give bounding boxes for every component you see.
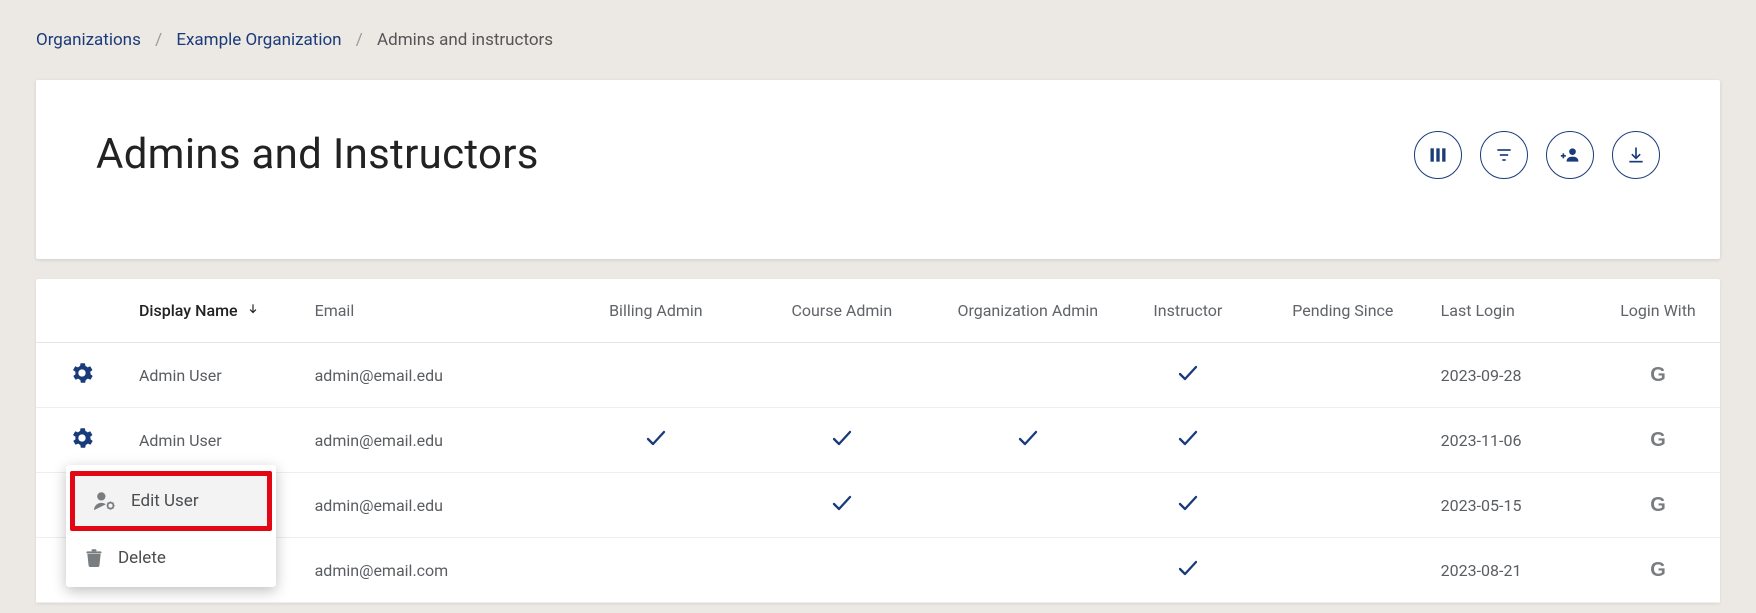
download-button[interactable]	[1612, 131, 1660, 179]
col-email[interactable]: Email	[305, 279, 563, 343]
check-icon	[830, 491, 854, 515]
check-icon	[1176, 426, 1200, 450]
col-instructor[interactable]: Instructor	[1121, 279, 1255, 343]
columns-icon	[1428, 145, 1448, 165]
filter-button[interactable]	[1480, 131, 1528, 179]
col-course-admin[interactable]: Course Admin	[749, 279, 935, 343]
google-icon: G	[1650, 559, 1666, 582]
cell-instructor	[1121, 408, 1255, 473]
table-row: Admin Useradmin@email.edu 2023-09-28 G	[36, 343, 1720, 408]
menu-edit-user-label: Edit User	[131, 491, 199, 511]
cell-billing-admin	[563, 538, 749, 603]
page-title: Admins and Instructors	[96, 130, 539, 179]
gear-icon[interactable]	[71, 362, 93, 384]
check-icon	[1176, 556, 1200, 580]
sort-down-icon	[246, 302, 260, 316]
cell-instructor	[1121, 343, 1255, 408]
cell-actions	[36, 343, 129, 408]
cell-last-login: 2023-11-06	[1431, 408, 1596, 473]
check-icon	[644, 426, 668, 450]
cell-pending-since	[1255, 408, 1431, 473]
menu-delete[interactable]: Delete	[66, 533, 276, 583]
cell-display-name: Admin User	[129, 408, 305, 473]
header-actions	[1414, 131, 1660, 179]
cell-last-login: 2023-08-21	[1431, 538, 1596, 603]
add-user-icon	[1560, 145, 1580, 165]
cell-course-admin	[749, 473, 935, 538]
check-icon	[1176, 361, 1200, 385]
cell-login-with: G	[1596, 473, 1720, 538]
row-context-menu: Edit User Delete	[66, 465, 276, 587]
google-icon: G	[1650, 494, 1666, 517]
col-display-name[interactable]: Display Name	[129, 279, 305, 343]
cell-last-login: 2023-09-28	[1431, 343, 1596, 408]
menu-edit-user[interactable]: Edit User	[70, 471, 272, 531]
table-row: admin@email.com 2023-08-21 G	[36, 538, 1720, 603]
cell-billing-admin	[563, 408, 749, 473]
add-user-button[interactable]	[1546, 131, 1594, 179]
cell-billing-admin	[563, 343, 749, 408]
breadcrumb-current: Admins and instructors	[377, 30, 553, 50]
users-table: Display Name Email Billing Admin Course …	[36, 279, 1720, 603]
cell-instructor	[1121, 473, 1255, 538]
cell-org-admin	[935, 538, 1121, 603]
google-icon: G	[1650, 364, 1666, 387]
user-gear-icon	[93, 490, 117, 512]
google-icon: G	[1650, 429, 1666, 452]
gear-icon[interactable]	[71, 427, 93, 449]
cell-org-admin	[935, 473, 1121, 538]
cell-login-with: G	[1596, 408, 1720, 473]
cell-last-login: 2023-05-15	[1431, 473, 1596, 538]
cell-actions	[36, 408, 129, 473]
users-table-card: Display Name Email Billing Admin Course …	[36, 279, 1720, 603]
col-login-with[interactable]: Login With	[1596, 279, 1720, 343]
col-pending-since[interactable]: Pending Since	[1255, 279, 1431, 343]
cell-email: admin@email.edu	[305, 343, 563, 408]
check-icon	[830, 426, 854, 450]
filter-icon	[1494, 145, 1514, 165]
check-icon	[1016, 426, 1040, 450]
menu-delete-label: Delete	[118, 548, 166, 568]
columns-button[interactable]	[1414, 131, 1462, 179]
cell-course-admin	[749, 343, 935, 408]
table-row: admin@email.edu 2023-05-15 G	[36, 473, 1720, 538]
cell-login-with: G	[1596, 343, 1720, 408]
col-org-admin[interactable]: Organization Admin	[935, 279, 1121, 343]
cell-pending-since	[1255, 538, 1431, 603]
page-header: Admins and Instructors	[36, 80, 1720, 259]
download-icon	[1626, 145, 1646, 165]
col-actions	[36, 279, 129, 343]
cell-course-admin	[749, 408, 935, 473]
cell-course-admin	[749, 538, 935, 603]
cell-pending-since	[1255, 343, 1431, 408]
cell-email: admin@email.edu	[305, 473, 563, 538]
col-last-login[interactable]: Last Login	[1431, 279, 1596, 343]
cell-instructor	[1121, 538, 1255, 603]
cell-org-admin	[935, 343, 1121, 408]
breadcrumb: Organizations / Example Organization / A…	[0, 0, 1756, 70]
table-row: Admin Useradmin@email.edu 2023-11-06 G	[36, 408, 1720, 473]
cell-pending-since	[1255, 473, 1431, 538]
breadcrumb-organizations[interactable]: Organizations	[36, 30, 141, 50]
check-icon	[1176, 491, 1200, 515]
breadcrumb-sep: /	[356, 30, 363, 50]
cell-login-with: G	[1596, 538, 1720, 603]
breadcrumb-sep: /	[155, 30, 162, 50]
breadcrumb-org[interactable]: Example Organization	[176, 30, 341, 50]
col-billing-admin[interactable]: Billing Admin	[563, 279, 749, 343]
cell-billing-admin	[563, 473, 749, 538]
trash-icon	[84, 547, 104, 569]
cell-email: admin@email.com	[305, 538, 563, 603]
col-display-name-label: Display Name	[139, 301, 238, 320]
cell-display-name: Admin User	[129, 343, 305, 408]
cell-org-admin	[935, 408, 1121, 473]
cell-email: admin@email.edu	[305, 408, 563, 473]
